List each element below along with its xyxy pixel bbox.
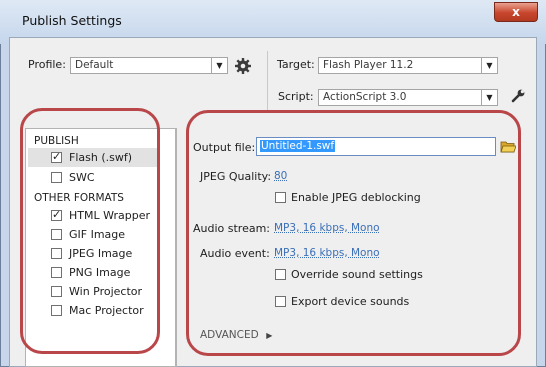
target-label: Target: [277,58,315,71]
profile-value: Default [75,59,114,71]
annotation-ring-left [20,108,160,354]
window-title: Publish Settings [22,13,122,28]
close-button[interactable]: x [494,2,538,22]
target-select[interactable]: Flash Player 11.2 ▼ [318,57,498,74]
profile-select[interactable]: Default ▼ [70,57,228,74]
chevron-down-icon: ▼ [481,58,497,73]
script-label: Script: [278,90,314,103]
chevron-down-icon: ▼ [211,58,227,73]
script-select[interactable]: ActionScript 3.0 ▼ [318,89,498,106]
panel-divider [176,128,177,367]
annotation-ring-right [186,110,521,356]
wrench-icon[interactable] [510,88,526,104]
target-value: Flash Player 11.2 [323,59,414,71]
profile-label: Profile: [28,58,66,71]
header-divider [267,51,268,111]
script-value: ActionScript 3.0 [323,91,407,103]
chevron-down-icon: ▼ [481,90,497,105]
gear-icon[interactable] [234,57,252,75]
